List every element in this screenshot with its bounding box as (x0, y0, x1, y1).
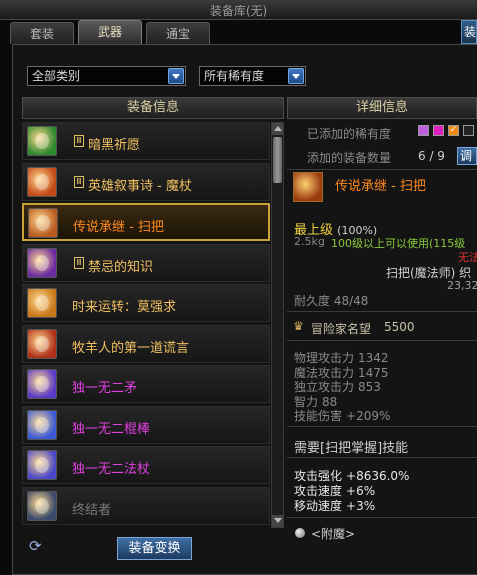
bonus-value: +3% (346, 499, 376, 513)
list-scrollbar[interactable] (271, 122, 284, 528)
stat-value: +209% (346, 409, 391, 423)
item-name: 传说承继 - 扫把 (73, 220, 164, 235)
item-icon (27, 247, 57, 278)
divider (287, 517, 477, 518)
list-item[interactable]: 传说承继 - 扫把 (22, 203, 270, 241)
bonus-label: 攻击速度 (294, 484, 343, 498)
scroll-up-icon[interactable] (272, 123, 283, 135)
item-unavailable: 无法 (458, 251, 477, 264)
list-item[interactable]: 牧羊人的第一道谎言 (22, 324, 270, 363)
stat-label: 技能伤害 (294, 409, 343, 423)
window-title: 装备库(无) (209, 4, 268, 18)
bonus-value: +8636.0% (346, 469, 410, 483)
seal-icon: Ⅲ (74, 135, 84, 147)
bonus-label: 移动速度 (294, 499, 343, 513)
item-name: 禁忌的知识 (88, 259, 154, 275)
bonus-label: 攻击强化 (294, 469, 343, 483)
item-name: 独一无二棍棒 (72, 421, 151, 437)
item-name: 时来运转：莫强求 (72, 300, 177, 315)
refresh-icon[interactable]: ⟳ (29, 538, 45, 554)
equipment-info-header: 装备信息 (22, 97, 284, 119)
item-icon (27, 328, 57, 359)
adjust-button[interactable]: 调 (457, 147, 477, 165)
equipment-list: Ⅲ 暗黑祈愿 Ⅲ 英雄叙事诗 - 魔杖传说承继 - 扫把 Ⅲ 禁忌的知识时来运转：莫强求牧… (22, 122, 272, 529)
tab-treasure[interactable]: 通宝 (146, 22, 210, 44)
detail-item-name: 传说承继 - 扫把 (335, 179, 426, 194)
item-price: 23,32 (447, 279, 477, 292)
item-icon (27, 409, 57, 440)
rarity-select[interactable]: 所有稀有度 (199, 66, 306, 86)
reputation-icon: ♛ (293, 319, 304, 333)
item-name: 终结者 (72, 502, 112, 518)
tab-set[interactable]: 套装 (10, 22, 74, 44)
reputation-value: 5500 (384, 320, 415, 334)
item-icon (27, 126, 57, 156)
item-name: 独一无二矛 (72, 381, 138, 396)
divider (287, 457, 477, 458)
added-count-label: 添加的装备数量 (307, 151, 392, 165)
rarity-checkbox-unique[interactable] (433, 125, 444, 136)
added-count-value: 6 / 9 (418, 149, 445, 163)
rarity-checkbox-legendary[interactable]: ✓ (448, 125, 459, 136)
list-item[interactable]: Ⅲ 暗黑祈愿 (22, 122, 270, 160)
bonus-row: 移动速度 +3% (294, 497, 375, 514)
rarity-checkbox-epic[interactable] (418, 125, 429, 136)
divider (287, 169, 477, 170)
chevron-down-icon[interactable] (288, 68, 304, 84)
item-icon (27, 288, 57, 318)
list-item[interactable]: 独一无二矛 (22, 365, 270, 403)
item-icon (28, 208, 58, 238)
list-item[interactable]: 独一无二法杖 (22, 446, 270, 484)
item-icon (27, 166, 57, 197)
enchant-slot-icon (295, 528, 305, 538)
seal-icon: Ⅲ (74, 175, 84, 188)
item-weight: 2.5kg (294, 235, 325, 248)
scroll-down-icon[interactable] (272, 515, 283, 527)
skill-requirement: 需要[扫把掌握]技能 (294, 441, 409, 456)
window-titlebar: 装备库(无) (0, 0, 477, 20)
stat-row: 技能伤害 +209% (294, 407, 390, 424)
stat-value: 853 (358, 380, 381, 394)
item-durability: 耐久度 48/48 (294, 294, 369, 308)
item-icon (27, 369, 57, 399)
equip-edge-button[interactable]: 装 (461, 20, 477, 44)
broom-item-icon (293, 172, 323, 202)
reputation-label: 冒险家名望 (311, 322, 372, 336)
list-item[interactable]: Ⅲ 禁忌的知识 (22, 243, 270, 282)
divider (287, 340, 477, 341)
bonus-value: +6% (346, 484, 376, 498)
tab-weapon[interactable]: 武器 (78, 20, 142, 44)
divider (287, 311, 477, 312)
list-item[interactable]: 时来运转：莫强求 (22, 284, 270, 322)
list-item[interactable]: 终结者 (22, 486, 270, 525)
item-name: 英雄叙事诗 - 魔杖 (88, 178, 192, 194)
chevron-down-icon[interactable] (168, 68, 184, 84)
rarity-checkbox-extra[interactable] (463, 125, 474, 136)
item-icon (27, 450, 57, 480)
detail-panel: 已添加的稀有度 ✓ 添加的装备数量 6 / 9 调 传说承继 - 扫把 最上级 … (287, 122, 477, 573)
item-name: 独一无二法杖 (72, 462, 151, 477)
scroll-thumb[interactable] (273, 137, 282, 183)
item-name: 暗黑祈愿 (88, 138, 141, 153)
added-rarity-label: 已添加的稀有度 (307, 127, 392, 141)
item-icon (27, 490, 57, 521)
detail-info-header: 详细信息 (287, 97, 477, 119)
item-level-req: 100级以上可以使用(115级 (331, 237, 466, 250)
category-select[interactable]: 全部类别 (27, 66, 186, 86)
list-item[interactable]: Ⅲ 英雄叙事诗 - 魔杖 (22, 162, 270, 201)
convert-equipment-button[interactable]: 装备变换 (117, 537, 192, 560)
rarity-select-value: 所有稀有度 (204, 69, 265, 83)
category-select-value: 全部类别 (32, 69, 81, 83)
enchant-label: <附魔> (311, 527, 356, 541)
divider (287, 426, 477, 427)
seal-icon: Ⅲ (74, 256, 84, 269)
item-name: 牧羊人的第一道谎言 (72, 340, 190, 356)
list-item[interactable]: 独一无二棍棒 (22, 405, 270, 444)
